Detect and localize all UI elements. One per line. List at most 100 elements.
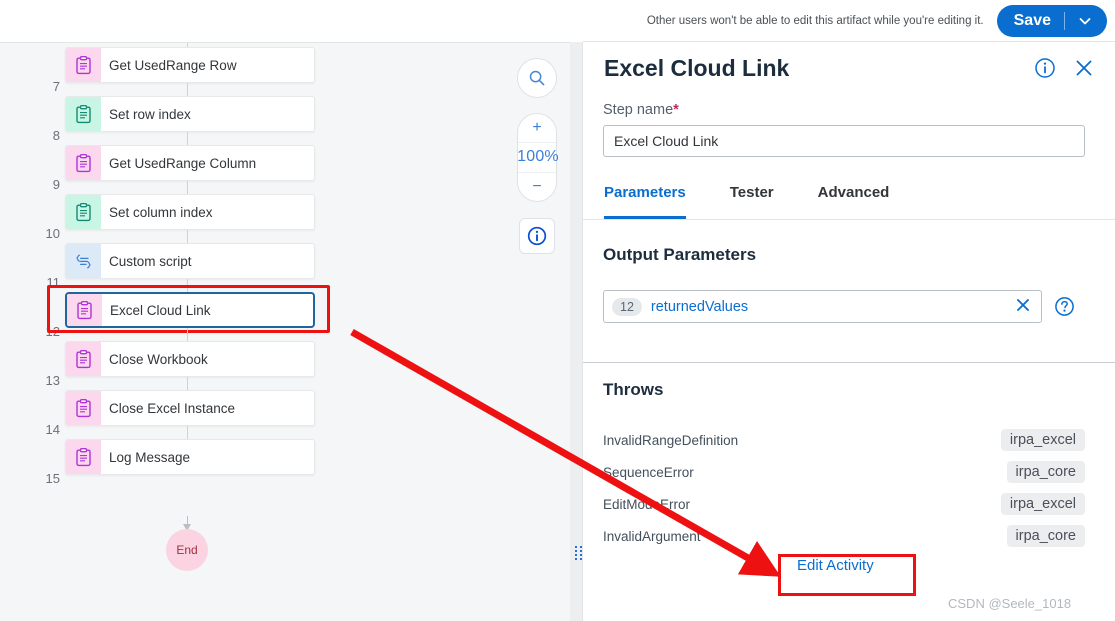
throws-package-badge: irpa_core bbox=[1006, 461, 1085, 483]
throws-heading: Throws bbox=[603, 380, 664, 399]
flow-canvas[interactable]: 7 Get UsedRange Row 8 Set row index 9 Get Use… bbox=[0, 42, 583, 621]
editing-lock-note: Other users won't be able to edit this a… bbox=[646, 14, 984, 27]
clipboard-icon bbox=[77, 300, 92, 319]
flow-step-card[interactable]: Get UsedRange Column bbox=[65, 145, 315, 181]
end-node-label: End bbox=[176, 543, 198, 557]
flow-step-label: Log Message bbox=[109, 449, 191, 465]
panel-close-button[interactable] bbox=[1074, 58, 1094, 78]
page-title: Excel Cloud Link bbox=[604, 54, 790, 81]
step-index-label: 7 bbox=[52, 79, 60, 94]
save-dropdown-button[interactable] bbox=[1065, 14, 1107, 28]
step-index-label: 12 bbox=[45, 324, 60, 339]
flow-step-row: 13 Close Workbook bbox=[0, 340, 583, 389]
clipboard-icon bbox=[66, 48, 101, 82]
output-parameters-heading: Output Parameters bbox=[603, 245, 757, 264]
flow-step-card[interactable]: Close Workbook bbox=[65, 341, 315, 377]
flow-step-label: Get UsedRange Row bbox=[109, 57, 237, 73]
clipboard-icon bbox=[66, 391, 101, 425]
flow-step-card[interactable]: Log Message bbox=[65, 439, 315, 475]
throws-row: SequenceError irpa_core bbox=[603, 456, 1085, 488]
script-icon bbox=[76, 254, 91, 268]
toolbar-strip bbox=[0, 0, 583, 42]
step-name-label-text: Step name bbox=[603, 102, 674, 118]
close-icon bbox=[1017, 299, 1029, 311]
flow-step-label: Get UsedRange Column bbox=[109, 155, 257, 171]
clipboard-icon bbox=[66, 342, 101, 376]
zoom-control-group[interactable]: + 100% − bbox=[517, 113, 559, 202]
clipboard-icon bbox=[76, 202, 91, 221]
tab-advanced[interactable]: Advanced bbox=[818, 181, 890, 219]
flow-step-label: Close Workbook bbox=[109, 351, 208, 367]
zoom-in-label: + bbox=[532, 119, 542, 137]
throws-row: EditModeError irpa_excel bbox=[603, 488, 1085, 520]
step-name-input[interactable] bbox=[603, 125, 1085, 157]
zoom-level-selector[interactable]: 100% bbox=[517, 142, 559, 173]
throws-package-badge: irpa_excel bbox=[1000, 429, 1085, 451]
clipboard-icon bbox=[76, 349, 91, 368]
tab-parameters[interactable]: Parameters bbox=[604, 181, 686, 219]
watermark: CSDN @Seele_1018 bbox=[948, 596, 1072, 611]
step-index-label: 9 bbox=[52, 177, 60, 192]
clipboard-icon bbox=[76, 447, 91, 466]
step-index-label: 13 bbox=[45, 373, 60, 388]
step-index-label: 8 bbox=[52, 128, 60, 143]
tab-tester-label: Tester bbox=[729, 184, 774, 201]
flow-step-label: Excel Cloud Link bbox=[110, 302, 211, 318]
tab-advanced-label: Advanced bbox=[817, 184, 890, 201]
clipboard-icon bbox=[76, 398, 91, 417]
output-parameter-name[interactable]: returnedValues bbox=[651, 299, 1015, 315]
clipboard-icon bbox=[66, 97, 101, 131]
close-icon bbox=[1076, 60, 1092, 76]
clipboard-icon bbox=[66, 195, 101, 229]
search-button[interactable] bbox=[517, 58, 557, 98]
flow-step-row: 15 Log Message bbox=[0, 438, 583, 487]
flow-step-card[interactable]: Custom script bbox=[65, 243, 315, 279]
step-name-label: Step name* bbox=[603, 102, 679, 118]
flow-step-card[interactable]: Set column index bbox=[65, 194, 315, 230]
tab-parameters-label: Parameters bbox=[604, 184, 686, 201]
zoom-level-label: 100% bbox=[517, 148, 559, 166]
save-button[interactable]: Save bbox=[996, 4, 1107, 37]
zoom-in-button[interactable]: + bbox=[518, 114, 556, 142]
flow-step-row: 11 Custom script bbox=[0, 242, 583, 291]
throws-error-name: InvalidRangeDefinition bbox=[603, 432, 739, 448]
section-divider bbox=[583, 362, 1115, 363]
panel-info-button[interactable] bbox=[1034, 57, 1056, 79]
search-icon bbox=[529, 70, 545, 86]
throws-row: InvalidArgument irpa_core bbox=[603, 520, 1085, 552]
step-index-label: 10 bbox=[45, 226, 60, 241]
throws-row: InvalidRangeDefinition irpa_excel bbox=[603, 424, 1085, 456]
clipboard-icon bbox=[67, 294, 102, 326]
clipboard-icon bbox=[76, 55, 91, 74]
step-index-label: 14 bbox=[45, 422, 60, 437]
required-marker: * bbox=[673, 102, 679, 118]
flow-step-label: Close Excel Instance bbox=[109, 400, 236, 416]
panel-splitter[interactable] bbox=[570, 42, 583, 621]
output-parameter-help-button[interactable] bbox=[1054, 296, 1075, 322]
flow-step-card[interactable]: Get UsedRange Row bbox=[65, 47, 315, 83]
output-parameter-field[interactable]: 12 returnedValues bbox=[603, 290, 1042, 323]
clipboard-icon bbox=[66, 440, 101, 474]
tab-tester[interactable]: Tester bbox=[730, 181, 774, 219]
splitter-grip-handle[interactable] bbox=[575, 546, 582, 564]
zoom-out-button[interactable]: − bbox=[518, 173, 556, 201]
throws-error-name: SequenceError bbox=[603, 464, 694, 480]
step-index-label: 11 bbox=[46, 275, 61, 290]
throws-error-name: EditModeError bbox=[603, 496, 691, 512]
flow-step-label: Set column index bbox=[109, 204, 213, 220]
flow-step-card[interactable]: Excel Cloud Link bbox=[65, 292, 315, 328]
output-parameter-clear-button[interactable] bbox=[1015, 297, 1031, 316]
throws-list: InvalidRangeDefinition irpa_excel Sequence… bbox=[603, 424, 1085, 552]
throws-package-badge: irpa_core bbox=[1006, 525, 1085, 547]
panel-topbar: Other users won't be able to edit this a… bbox=[583, 0, 1115, 42]
canvas-info-button[interactable] bbox=[519, 218, 555, 254]
panel-tabs[interactable]: Parameters Tester Advanced bbox=[583, 181, 1115, 220]
end-node[interactable]: End bbox=[166, 529, 208, 571]
panel-header: Excel Cloud Link bbox=[583, 42, 1115, 94]
flow-step-card[interactable]: Close Excel Instance bbox=[65, 390, 315, 426]
chevron-down-icon bbox=[1079, 17, 1091, 24]
edit-activity-highlight-box bbox=[778, 554, 916, 596]
clipboard-icon bbox=[76, 153, 91, 172]
flow-step-row: 7 Get UsedRange Row bbox=[0, 46, 583, 95]
flow-step-card[interactable]: Set row index bbox=[65, 96, 315, 132]
